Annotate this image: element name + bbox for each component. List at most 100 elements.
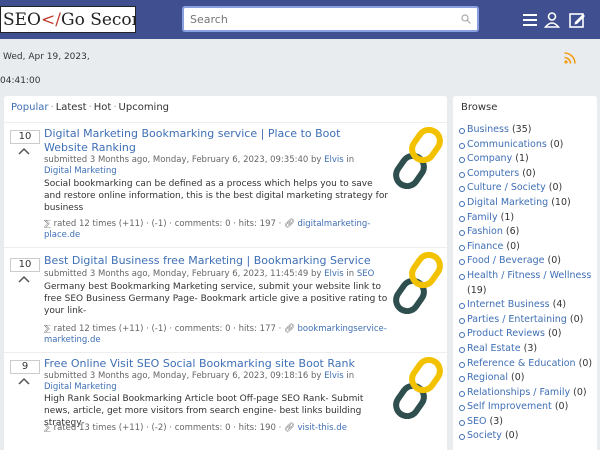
vote-count: 9 — [10, 360, 40, 374]
stats-text: rated 13 times (+11) · (-2) · comments: … — [53, 423, 282, 433]
category-item: Regional (0) — [459, 371, 595, 386]
item-meta: submitted 3 Months ago, Monday, February… — [44, 269, 384, 280]
chain-link-image[interactable] — [391, 357, 446, 419]
tab-hot[interactable]: Hot — [94, 102, 112, 113]
category-item: Product Reviews (0) — [459, 327, 595, 342]
vote-count: 10 — [10, 258, 40, 272]
category-link[interactable]: Culture / Society — [467, 182, 546, 193]
category-link[interactable]: SEO — [357, 269, 374, 279]
category-item: Family (1) — [459, 211, 595, 226]
stats-text: rated 12 times (+11) · (-1) · comments: … — [53, 324, 282, 334]
sort-tabs: Popular · Latest · Hot · Upcoming — [11, 102, 169, 113]
category-item: Fashion (6) — [459, 225, 595, 240]
category-link[interactable]: Health / Fitness / Wellness — [467, 270, 591, 281]
category-item: Real Estate (3) — [459, 342, 595, 357]
edit-icon[interactable] — [568, 11, 586, 29]
author-link[interactable]: Elvis — [324, 155, 344, 165]
category-link[interactable]: Company — [467, 153, 512, 164]
category-item: Reference & Education (0) — [459, 357, 595, 372]
logo-text-seo: SEO — [3, 9, 41, 30]
author-link[interactable]: Elvis — [324, 269, 344, 279]
category-link[interactable]: Business — [467, 124, 509, 135]
category-link[interactable]: Finance — [467, 241, 503, 252]
category-link[interactable]: Communications — [467, 139, 547, 150]
category-link[interactable]: Self Improvement — [467, 401, 552, 412]
logo-text-open: </ — [41, 9, 61, 30]
category-link[interactable]: Fashion — [467, 226, 503, 237]
category-count: (0) — [511, 372, 525, 384]
chain-link-image[interactable] — [391, 252, 446, 314]
category-link[interactable]: Parties / Entertaining — [467, 314, 567, 325]
top-navbar: SEO </Go Second> — [0, 0, 600, 39]
category-list: Business (35) Communications (0) Company (… — [459, 123, 595, 444]
upvote-icon[interactable] — [18, 275, 30, 283]
item-stats: ⅀ rated 12 times (+11) · (-1) · comments… — [44, 324, 389, 346]
item-stats: ⅀ rated 12 times (+11) · (-1) · comments… — [44, 219, 389, 241]
category-link[interactable]: Real Estate — [467, 343, 521, 354]
category-count: (0) — [569, 313, 584, 325]
category-count: (3) — [489, 415, 504, 427]
category-count: (3) — [523, 342, 538, 354]
category-link[interactable]: Computers — [467, 168, 519, 179]
chain-link-image[interactable] — [391, 127, 446, 189]
category-link[interactable]: Reference & Education — [467, 358, 576, 369]
category-count: (0) — [548, 182, 563, 194]
in-text: in — [346, 371, 355, 381]
search-input[interactable] — [184, 8, 444, 31]
vote-count: 10 — [10, 130, 40, 144]
item-meta: submitted 3 Months ago, Monday, February… — [44, 155, 384, 177]
tab-popular[interactable]: Popular — [11, 102, 49, 113]
tab-upcoming[interactable]: Upcoming — [119, 102, 170, 113]
category-item: Digital Marketing (10) — [459, 196, 595, 211]
category-link[interactable]: Family — [467, 212, 498, 223]
tab-latest[interactable]: Latest — [56, 102, 87, 113]
site-logo[interactable]: SEO </Go Second> — [0, 6, 136, 33]
category-link[interactable]: SEO — [467, 416, 487, 427]
main-panel: Popular · Latest · Hot · Upcoming 10 Digital M… — [4, 96, 447, 450]
upvote-icon[interactable] — [18, 147, 30, 155]
category-count: (0) — [554, 401, 569, 413]
link-icon: 🔗︎ — [284, 324, 295, 334]
link-icon: 🔗︎ — [284, 219, 295, 229]
search-box — [182, 6, 479, 32]
stats-text: rated 12 times (+11) · (-1) · comments: … — [53, 219, 282, 229]
item-stats: ⅀ rated 13 times (+11) · (-2) · comments… — [44, 423, 389, 434]
search-icon[interactable] — [461, 14, 471, 24]
category-count: (1) — [500, 211, 515, 223]
current-time: 04:41:00 — [0, 76, 41, 86]
in-text: in — [346, 155, 355, 165]
category-link[interactable]: Food / Beverage — [467, 255, 544, 266]
category-item: Self Improvement (0) — [459, 400, 595, 415]
category-link[interactable]: Society — [467, 430, 502, 441]
category-link[interactable]: Internet Business — [467, 299, 550, 310]
category-item: SEO (3) — [459, 415, 595, 430]
category-link[interactable]: Digital Marketing — [44, 166, 117, 176]
in-text: in — [346, 269, 355, 279]
list-item: 10 Best Digital Business free Marketing … — [4, 247, 447, 351]
category-item: Internet Business (4) — [459, 298, 595, 313]
category-link[interactable]: Product Reviews — [467, 328, 545, 339]
item-title[interactable]: Digital Marketing Bookmarking service | … — [44, 127, 379, 154]
upvote-icon[interactable] — [18, 377, 30, 385]
category-count: (0) — [506, 240, 520, 252]
category-link[interactable]: Digital Marketing — [467, 197, 548, 208]
category-link[interactable]: Relationships / Family — [467, 387, 570, 398]
rss-icon[interactable] — [564, 52, 576, 64]
item-title[interactable]: Free Online Visit SEO Social Bookmarking… — [44, 357, 379, 371]
user-icon[interactable] — [543, 11, 561, 29]
author-link[interactable]: Elvis — [324, 371, 344, 381]
category-count: (0) — [547, 255, 561, 267]
item-meta: submitted 3 Months ago, Monday, February… — [44, 371, 384, 393]
logo-text-go-second: Go Second — [60, 9, 135, 30]
item-title[interactable]: Best Digital Business free Marketing | B… — [44, 254, 379, 268]
category-count: (0) — [549, 138, 564, 150]
category-link[interactable]: Digital Marketing — [44, 382, 117, 392]
tab-separator: · — [113, 102, 117, 113]
menu-icon[interactable] — [521, 11, 539, 29]
category-item: Computers (0) — [459, 167, 595, 182]
link-icon: 🔗︎ — [284, 423, 295, 433]
category-count: (10) — [551, 196, 571, 208]
domain-link[interactable]: visit-this.de — [298, 423, 347, 433]
category-link[interactable]: Regional — [467, 372, 508, 383]
category-item: Finance (0) — [459, 240, 595, 255]
